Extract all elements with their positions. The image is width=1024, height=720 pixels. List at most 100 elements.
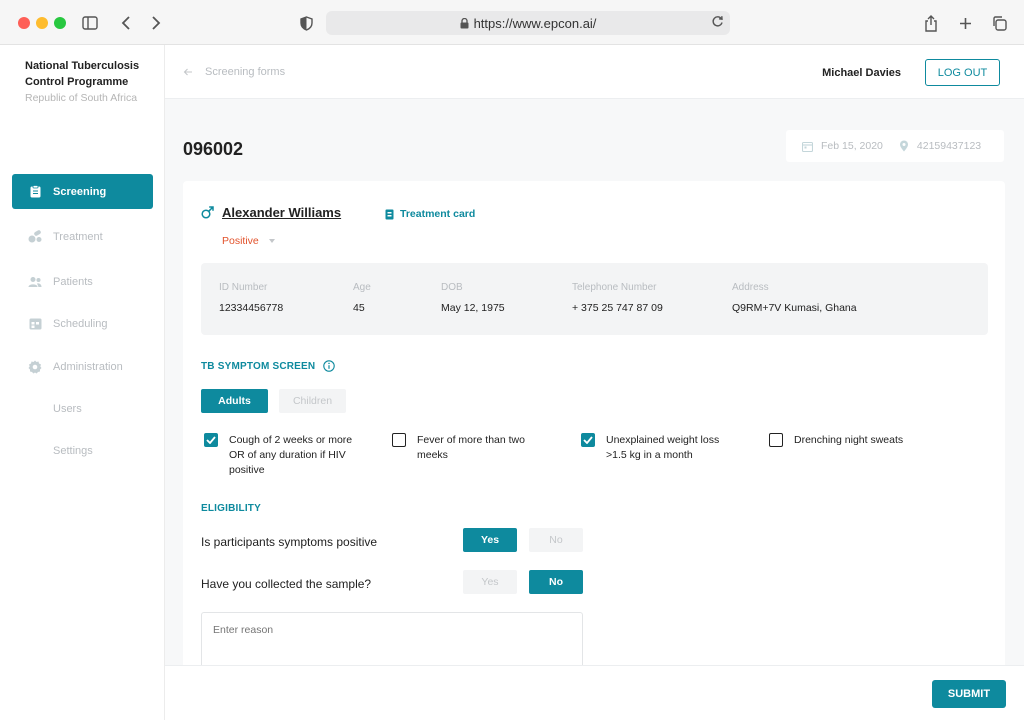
symptom-weight-loss[interactable]: Unexplained weight loss >1.5 kg in a mon… xyxy=(581,433,719,463)
symptoms-positive-yes-button[interactable]: Yes xyxy=(463,528,517,552)
checkbox-unchecked[interactable] xyxy=(769,433,783,447)
info-value: May 12, 1975 xyxy=(441,302,505,314)
breadcrumb-label[interactable]: Screening forms xyxy=(205,66,285,78)
section-title-label: TB SYMPTOM SCREEN xyxy=(201,360,316,372)
back-icon[interactable] xyxy=(115,12,137,34)
url-text: https://www.epcon.ai/ xyxy=(473,15,597,31)
sidebar-item-scheduling[interactable]: Scheduling xyxy=(12,306,153,341)
location-code: 42159437123 xyxy=(916,140,982,152)
status-dropdown[interactable]: Positive xyxy=(222,235,275,247)
window-close-button[interactable] xyxy=(18,17,30,29)
org-name-line1: National Tuberculosis xyxy=(25,60,140,72)
male-icon xyxy=(201,206,214,219)
info-telephone: Telephone Number + 375 25 747 87 09 xyxy=(572,282,663,314)
tb-symptom-screen-title: TB SYMPTOM SCREEN xyxy=(201,360,336,372)
sidebar-item-label: Scheduling xyxy=(53,317,108,330)
org-block: National Tuberculosis Control Programme … xyxy=(25,58,155,106)
card-icon xyxy=(385,209,394,220)
question-sample-collected: Have you collected the sample? xyxy=(201,577,372,591)
symptom-label: Unexplained weight loss >1.5 kg in a mon… xyxy=(606,434,720,461)
main-content: 096002 Feb 15, 2020 42159437123 Alexande… xyxy=(165,99,1024,665)
status-badge: Positive xyxy=(222,235,259,247)
checkbox-checked[interactable] xyxy=(581,433,595,447)
new-tab-icon[interactable] xyxy=(954,12,976,34)
sidebar-item-treatment[interactable]: Treatment xyxy=(12,219,153,254)
window-zoom-button[interactable] xyxy=(54,17,66,29)
info-label: Age xyxy=(353,282,371,293)
share-icon[interactable] xyxy=(920,12,942,34)
sidebar-item-label: Screening xyxy=(53,185,107,198)
info-value: 12334456778 xyxy=(219,302,284,314)
user-name: Michael Davies xyxy=(822,67,901,79)
org-name-line2: Control Programme xyxy=(25,76,129,88)
sidebar-item-screening[interactable]: Screening xyxy=(12,174,153,209)
info-label: ID Number xyxy=(219,282,268,293)
breadcrumb[interactable]: Screening forms xyxy=(183,66,285,78)
sidebar-item-label: Patients xyxy=(53,275,93,288)
arrow-left-icon[interactable] xyxy=(183,68,193,76)
tab-children[interactable]: Children xyxy=(279,389,346,413)
page-title: 096002 xyxy=(183,139,244,159)
sample-collected-no-button[interactable]: No xyxy=(529,570,583,594)
symptom-night-sweats[interactable]: Drenching night sweats xyxy=(769,433,903,448)
calendar-icon xyxy=(802,141,813,152)
top-header: Screening forms Michael Davies LOG OUT xyxy=(165,45,1024,99)
location-pin-icon xyxy=(899,140,909,152)
patient-info: ID Number 12334456778 Age 45 DOB May 12,… xyxy=(201,263,988,335)
symptom-cough[interactable]: Cough of 2 weeks or more OR of any durat… xyxy=(204,433,352,478)
reason-textarea[interactable] xyxy=(201,612,583,665)
lock-icon xyxy=(460,17,469,29)
sidebar-item-label: Administration xyxy=(53,360,123,373)
info-label: Telephone Number xyxy=(572,282,657,293)
info-value: 45 xyxy=(353,302,365,314)
shield-icon[interactable] xyxy=(295,12,317,34)
eligibility-title: ELIGIBILITY xyxy=(201,503,261,514)
pills-icon xyxy=(28,230,42,244)
question-symptoms-positive: Is participants symptoms positive xyxy=(201,535,378,549)
sidebar: National Tuberculosis Control Programme … xyxy=(0,45,165,720)
window-minimize-button[interactable] xyxy=(36,17,48,29)
address-bar[interactable]: https://www.epcon.ai/ xyxy=(326,11,730,35)
caret-down-icon xyxy=(268,239,275,243)
clipboard-icon xyxy=(28,185,42,199)
calendar-icon xyxy=(28,317,42,331)
info-age: Age 45 xyxy=(353,282,371,314)
sidebar-toggle-icon[interactable] xyxy=(79,12,101,34)
checkbox-checked[interactable] xyxy=(204,433,218,447)
submit-button[interactable]: SUBMIT xyxy=(932,680,1006,708)
symptom-label: Cough of 2 weeks or more OR of any durat… xyxy=(229,434,353,476)
form-footer: SUBMIT xyxy=(165,665,1024,720)
tabs-overview-icon[interactable] xyxy=(988,12,1010,34)
info-label: DOB xyxy=(441,282,463,293)
browser-toolbar: https://www.epcon.ai/ xyxy=(0,0,1024,45)
gear-icon xyxy=(28,360,42,374)
reload-icon[interactable] xyxy=(711,15,724,28)
sidebar-subitem-settings[interactable]: Settings xyxy=(53,445,93,457)
people-icon xyxy=(28,275,42,289)
forward-icon[interactable] xyxy=(145,12,167,34)
sidebar-item-patients[interactable]: Patients xyxy=(12,264,153,299)
sidebar-item-label: Treatment xyxy=(53,230,103,243)
logout-button[interactable]: LOG OUT xyxy=(925,59,1000,86)
patient-name-link[interactable]: Alexander Williams xyxy=(222,205,341,220)
treatment-card-link[interactable]: Treatment card xyxy=(385,208,475,220)
info-value: + 375 25 747 87 09 xyxy=(572,302,663,314)
info-icon[interactable] xyxy=(323,360,336,372)
patient-header: Alexander Williams xyxy=(201,205,341,220)
sample-collected-yes-button[interactable]: Yes xyxy=(463,570,517,594)
patient-card: Alexander Williams Treatment card Positi… xyxy=(183,181,1005,665)
symptom-label: Fever of more than two meeks xyxy=(417,434,525,461)
symptom-fever[interactable]: Fever of more than two meeks xyxy=(392,433,525,463)
sidebar-subitem-users[interactable]: Users xyxy=(53,403,82,415)
info-label: Address xyxy=(732,282,769,293)
sidebar-item-administration[interactable]: Administration xyxy=(12,349,153,384)
treatment-card-label: Treatment card xyxy=(400,208,476,220)
checkbox-unchecked[interactable] xyxy=(392,433,406,447)
tab-adults[interactable]: Adults xyxy=(201,389,268,413)
info-dob: DOB May 12, 1975 xyxy=(441,282,505,314)
symptom-label: Drenching night sweats xyxy=(794,434,904,446)
info-address: Address Q9RM+7V Kumasi, Ghana xyxy=(732,282,857,314)
info-value: Q9RM+7V Kumasi, Ghana xyxy=(732,302,857,314)
info-id-number: ID Number 12334456778 xyxy=(219,282,283,314)
symptoms-positive-no-button[interactable]: No xyxy=(529,528,583,552)
